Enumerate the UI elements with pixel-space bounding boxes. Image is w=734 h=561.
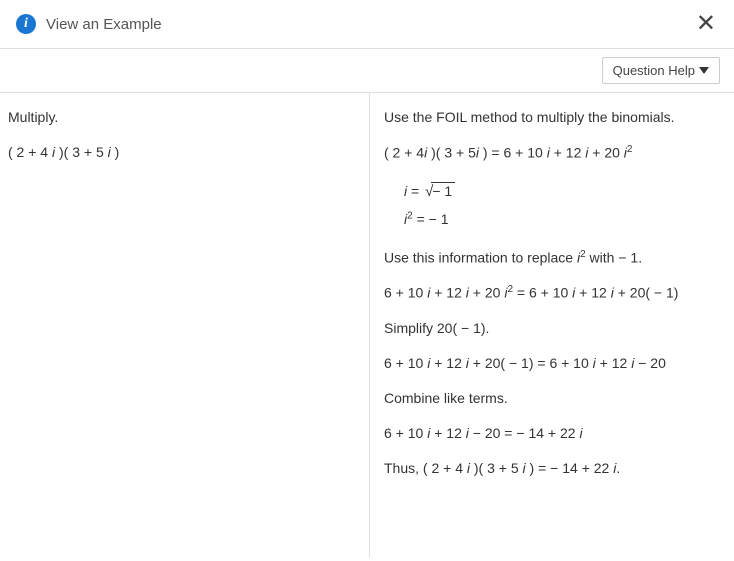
- equation: 6 + 10 i + 12 i − 20 = − 14 + 22 i: [384, 423, 722, 444]
- content-area: Multiply. ( 2 + 4 i )( 3 + 5 i ) Use the…: [0, 93, 734, 558]
- dialog-title: View an Example: [46, 16, 162, 33]
- header-left: i View an Example: [16, 14, 162, 34]
- equation: ( 2 + 4i )( 3 + 5i ) = 6 + 10 i + 12 i +…: [384, 142, 722, 164]
- question-expression: ( 2 + 4 i )( 3 + 5 i ): [8, 142, 361, 163]
- dialog-header: i View an Example ✕: [0, 0, 734, 49]
- definition-block: i = − 1 i2 = − 1: [384, 178, 722, 233]
- step-text: Combine like terms.: [384, 388, 722, 409]
- equation: 6 + 10 i + 12 i + 20 i2 = 6 + 10 i + 12 …: [384, 282, 722, 304]
- question-help-button[interactable]: Question Help: [602, 57, 720, 84]
- info-icon: i: [16, 14, 36, 34]
- final-answer: Thus, ( 2 + 4 i )( 3 + 5 i ) = − 14 + 22…: [384, 458, 722, 479]
- definition-i-squared: i2 = − 1: [404, 206, 722, 233]
- toolbar: Question Help: [0, 49, 734, 93]
- step-text: Simplify 20( − 1).: [384, 318, 722, 339]
- step-text: Use the FOIL method to multiply the bino…: [384, 107, 722, 128]
- question-pane: Multiply. ( 2 + 4 i )( 3 + 5 i ): [0, 93, 370, 558]
- question-help-label: Question Help: [613, 63, 695, 78]
- definition-i: i = − 1: [404, 178, 722, 207]
- close-button[interactable]: ✕: [692, 10, 720, 38]
- question-instruction: Multiply.: [8, 107, 361, 128]
- chevron-down-icon: [699, 67, 709, 74]
- equation: 6 + 10 i + 12 i + 20( − 1) = 6 + 10 i + …: [384, 353, 722, 374]
- step-text: Use this information to replace i2 with …: [384, 247, 722, 269]
- solution-pane: Use the FOIL method to multiply the bino…: [370, 93, 734, 558]
- sqrt-icon: − 1: [423, 178, 455, 207]
